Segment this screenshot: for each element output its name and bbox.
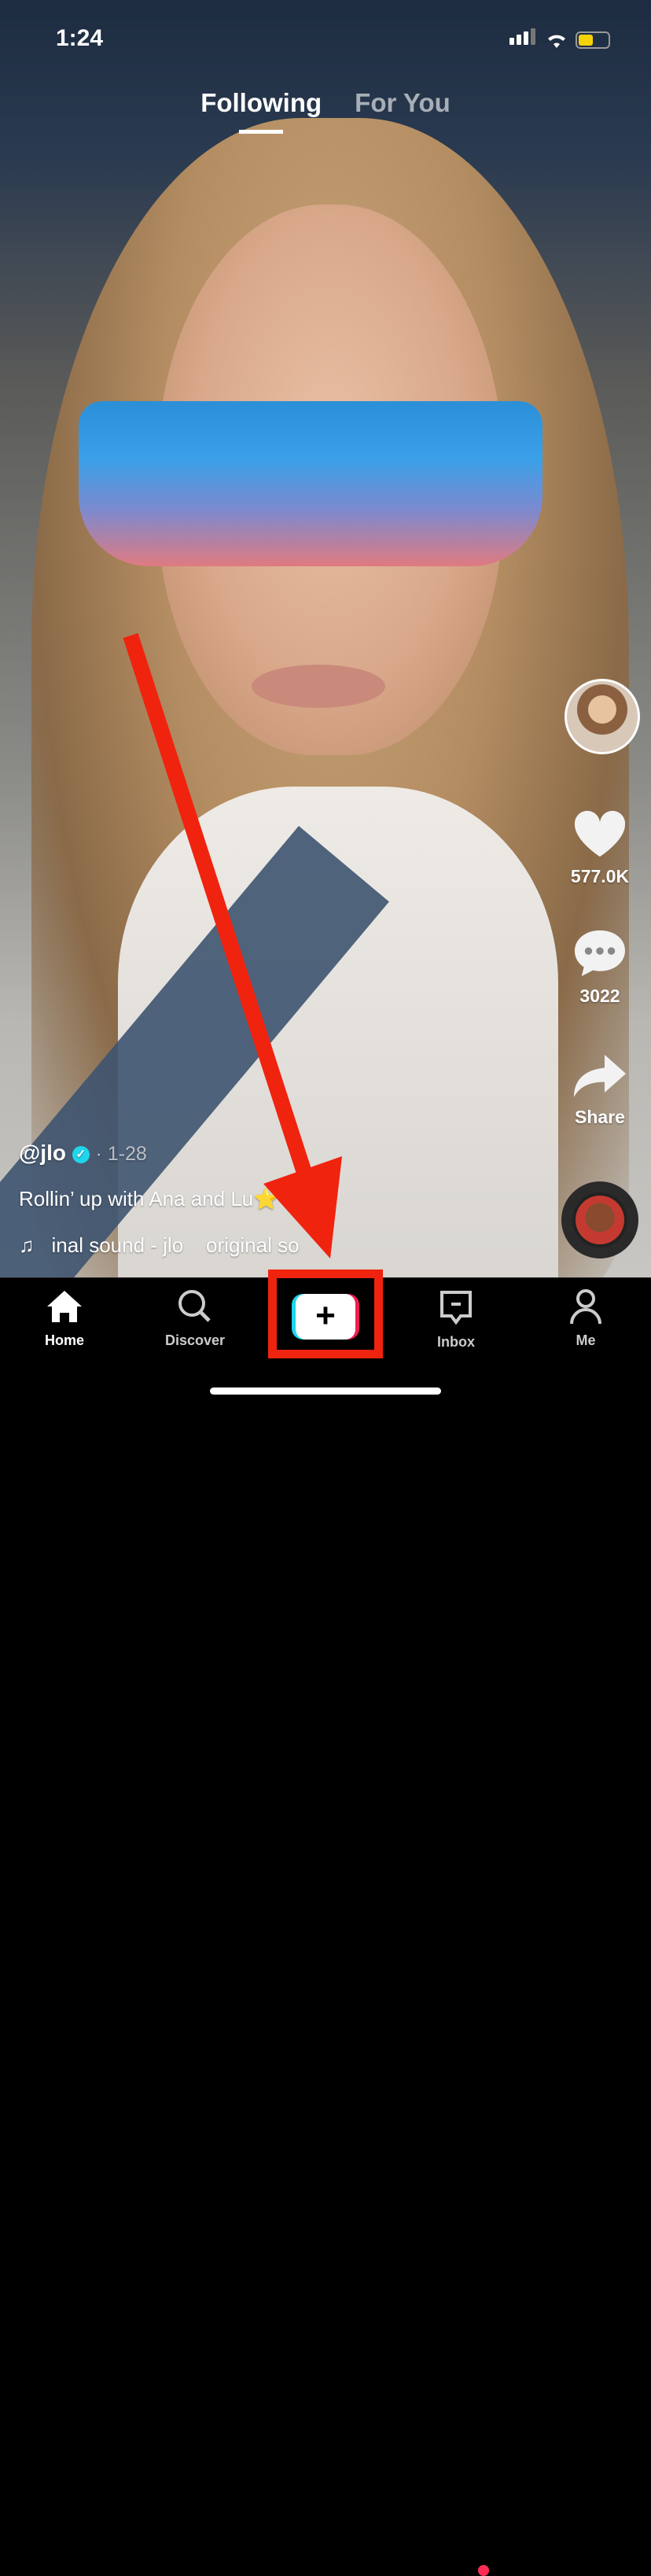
nav-discover-label: Discover	[164, 1332, 226, 1348]
inbox-badge	[478, 2565, 489, 2576]
home-icon	[47, 1291, 82, 1322]
person-icon	[570, 1289, 601, 1325]
annotation-highlight-box	[268, 1270, 383, 1358]
nav-home-label: Home	[44, 1332, 84, 1348]
nav-inbox[interactable]: Inbox	[409, 1289, 503, 1351]
inbox-icon	[440, 1291, 472, 1325]
annotation-arrow	[123, 632, 342, 1259]
search-icon	[178, 1290, 211, 1322]
nav-discover[interactable]: Discover	[148, 1289, 242, 1349]
nav-me-label: Me	[576, 1332, 596, 1348]
nav-home[interactable]: Home	[17, 1289, 112, 1349]
home-indicator[interactable]	[210, 1388, 441, 1395]
nav-inbox-label: Inbox	[437, 1334, 475, 1350]
nav-me[interactable]: Me	[539, 1289, 633, 1349]
